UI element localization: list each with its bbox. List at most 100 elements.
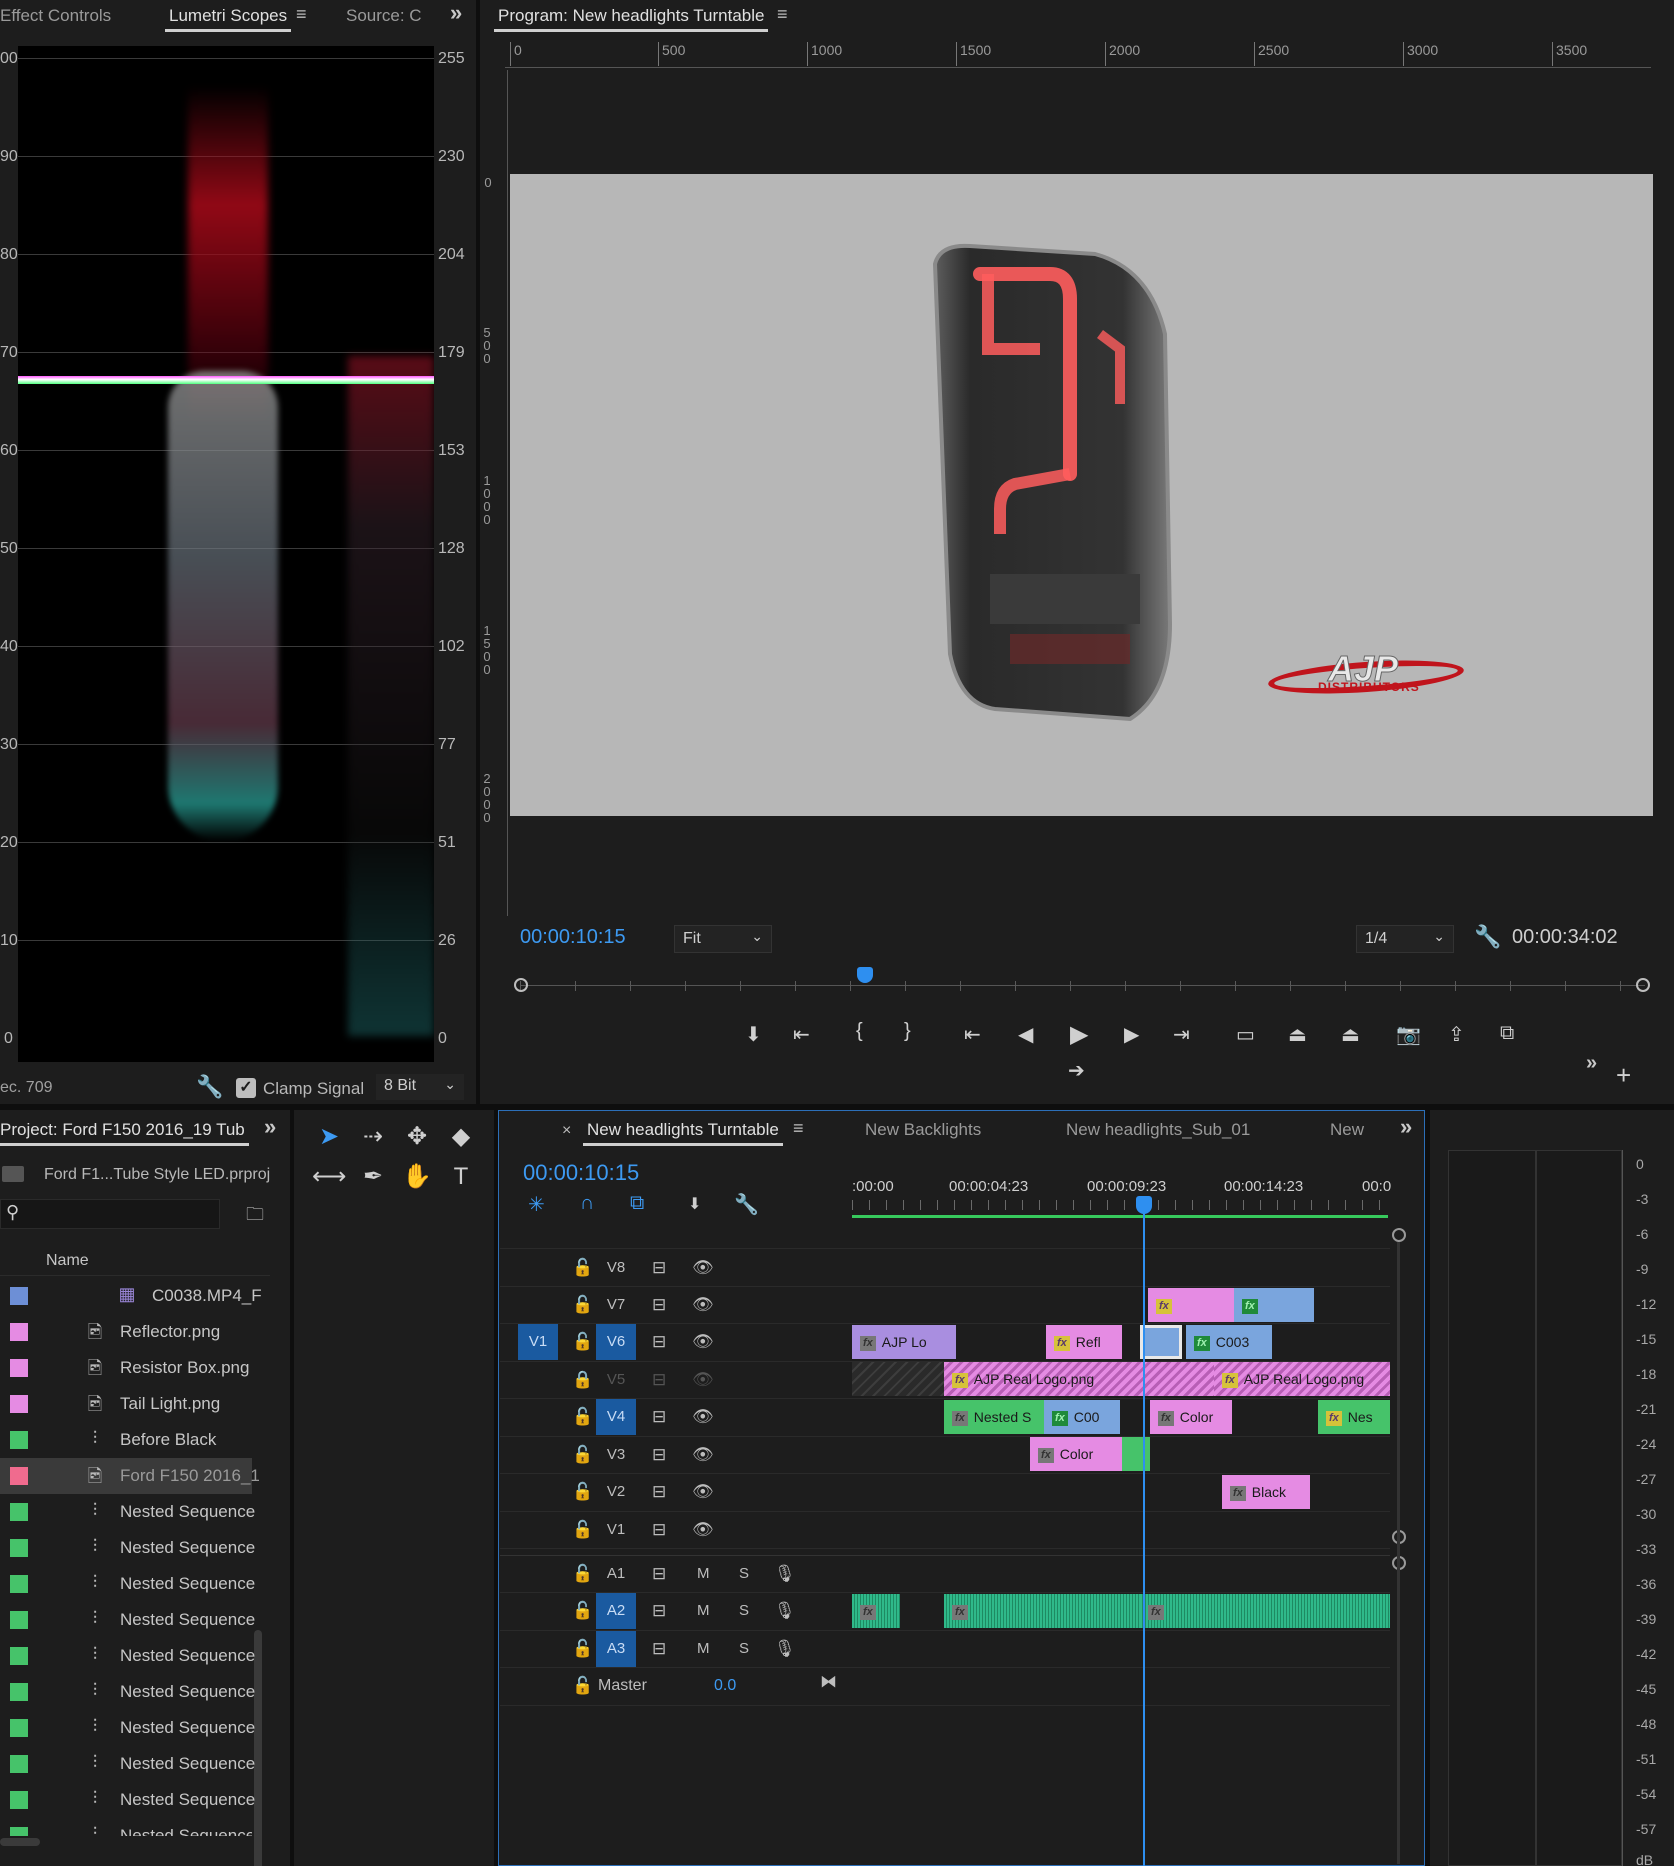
list-item[interactable]: ⫶ Nested Sequence xyxy=(0,1674,255,1710)
timeline-ruler[interactable]: :00:00 00:00:04:23 00:00:09:23 00:00:14:… xyxy=(852,1170,1391,1220)
lock-icon[interactable]: 🔒 xyxy=(572,1362,593,1398)
eye-icon[interactable]: 👁 xyxy=(692,1399,714,1435)
playhead-marker[interactable] xyxy=(857,967,873,983)
list-item[interactable]: ⫶ Nested Sequence xyxy=(0,1566,255,1602)
track-v8-label[interactable]: V8 xyxy=(596,1250,636,1286)
clip-ajp-lo[interactable]: fx AJP Lo xyxy=(852,1325,956,1359)
program-current-timecode[interactable]: 00:00:10:15 xyxy=(520,926,626,949)
eye-icon[interactable]: 👁 xyxy=(692,1287,714,1323)
clip-c00[interactable]: fx C00 xyxy=(1044,1400,1120,1434)
project-hscrollbar[interactable] xyxy=(0,1838,40,1846)
play-icon[interactable]: ▶ xyxy=(1070,1020,1088,1049)
eye-icon[interactable]: 👁 xyxy=(692,1474,714,1510)
track-a1-label[interactable]: A1 xyxy=(596,1556,636,1592)
eye-icon[interactable]: 👁 xyxy=(692,1437,714,1473)
lock-icon[interactable]: 🔓 xyxy=(572,1474,593,1510)
audio-clip-a2-2[interactable]: fx xyxy=(944,1594,1140,1628)
clip-c003[interactable]: fx C003 xyxy=(1186,1325,1272,1359)
eye-icon[interactable]: 👁 xyxy=(692,1250,714,1286)
clip-black[interactable]: fx Black xyxy=(1222,1475,1310,1509)
tab-new-headlights-turntable[interactable]: New headlights Turntable xyxy=(583,1120,783,1146)
lock-icon[interactable]: 🔓 xyxy=(572,1556,593,1592)
source-patch-v1[interactable]: V1 xyxy=(518,1324,558,1360)
lock-icon[interactable]: 🔓 xyxy=(572,1512,593,1548)
lock-icon[interactable]: 🔓 xyxy=(572,1631,593,1667)
share-export-icon[interactable]: ⇪ xyxy=(1448,1022,1465,1047)
settings-wrench-icon[interactable]: 🔧 xyxy=(1474,924,1501,950)
zoom-fit-dropdown[interactable]: Fit ⌄ xyxy=(674,925,772,953)
mark-in-icon[interactable]: { xyxy=(856,1020,863,1043)
list-item[interactable]: ⫶ Nested Sequence xyxy=(0,1710,255,1746)
work-area-bar[interactable] xyxy=(852,1215,1388,1218)
lift-icon[interactable]: ⏏ xyxy=(1288,1022,1307,1047)
list-item[interactable]: ⫶ Nested Sequence xyxy=(0,1746,255,1782)
list-item[interactable]: ⫶ Before Black xyxy=(0,1422,252,1458)
solo-button[interactable]: S xyxy=(739,1593,749,1629)
lock-icon[interactable]: 🔓 xyxy=(572,1324,593,1360)
pen-tool-icon[interactable]: ✒ xyxy=(356,1160,390,1194)
sync-lock-icon[interactable]: ⊟ xyxy=(652,1556,666,1592)
clip-color-v3[interactable]: fx Color xyxy=(1030,1437,1122,1471)
track-v5-label[interactable]: V5 xyxy=(596,1362,636,1398)
clip-ajp-real-logo-1[interactable]: fx AJP Real Logo.png xyxy=(944,1362,1214,1396)
go-to-in-icon[interactable]: ⇤ xyxy=(964,1022,981,1047)
program-monitor-title[interactable]: Program: New headlights Turntable xyxy=(493,6,769,32)
clip-nes[interactable]: fx Nes xyxy=(1318,1400,1390,1434)
list-item[interactable]: ⫶ Nested Sequence xyxy=(0,1494,255,1530)
list-item[interactable]: ⫶ Nested Sequence xyxy=(0,1782,255,1818)
microphone-icon[interactable]: 🎙 xyxy=(774,1593,796,1629)
lumetri-menu-icon[interactable]: ≡ xyxy=(296,4,307,25)
lock-icon[interactable]: 🔓 xyxy=(572,1250,593,1286)
eye-icon[interactable]: 👁 xyxy=(692,1512,714,1548)
export-frame-camera-icon[interactable]: 📷 xyxy=(1396,1022,1421,1047)
insert-icon[interactable]: ➔ xyxy=(1068,1058,1085,1083)
step-back-icon[interactable]: ◀ xyxy=(1018,1022,1033,1047)
slip-tool-icon[interactable]: ⟷ xyxy=(312,1160,346,1194)
button-editor-plus-icon[interactable]: + xyxy=(1616,1060,1631,1091)
mute-button[interactable]: M xyxy=(697,1631,710,1667)
list-item[interactable]: ⫶ Nested Sequence xyxy=(0,1602,255,1638)
tab-new[interactable]: New xyxy=(1330,1120,1364,1140)
bit-depth-dropdown[interactable]: 8 Bit ⌄ xyxy=(376,1074,464,1100)
add-marker-icon[interactable]: ⬇ xyxy=(688,1194,701,1214)
linked-selection-icon[interactable]: ⧉ xyxy=(630,1192,644,1215)
project-search-input[interactable] xyxy=(0,1199,220,1229)
list-item[interactable]: 🖻 Ford F150 2016_1 xyxy=(0,1458,260,1494)
track-v1-label[interactable]: V1 xyxy=(596,1512,636,1548)
timeline-menu-icon[interactable]: ≡ xyxy=(793,1118,804,1139)
lock-icon[interactable]: 🔓 xyxy=(572,1593,593,1629)
sync-lock-icon[interactable]: ⊟ xyxy=(652,1250,666,1286)
lock-icon[interactable]: 🔓 xyxy=(572,1399,593,1435)
more-panels-icon[interactable]: » xyxy=(450,0,462,26)
timeline-settings-wrench-icon[interactable]: 🔧 xyxy=(734,1192,759,1217)
video-scroll-top-handle[interactable] xyxy=(1392,1228,1406,1242)
clip-nested-s[interactable]: fx Nested S xyxy=(944,1400,1044,1434)
timeline-scrollbar-track[interactable] xyxy=(1397,1242,1400,1864)
tab-source[interactable]: Source: C xyxy=(346,6,422,26)
clamp-signal-checkbox[interactable]: ✓ xyxy=(236,1078,256,1098)
extract-icon[interactable]: ⏏ xyxy=(1341,1022,1360,1047)
mark-out-icon[interactable]: } xyxy=(904,1020,911,1043)
clip-ajp-real-logo-2[interactable]: fx AJP Real Logo.png xyxy=(1214,1362,1390,1396)
program-menu-icon[interactable]: ≡ xyxy=(777,4,788,25)
timeline-more-icon[interactable]: » xyxy=(1400,1114,1412,1140)
track-select-tool-icon[interactable]: ⇢ xyxy=(356,1120,390,1154)
add-marker-icon[interactable]: ⬇ xyxy=(745,1022,762,1047)
safe-margins-icon[interactable]: ▭ xyxy=(1236,1022,1255,1047)
solo-button[interactable]: S xyxy=(739,1556,749,1592)
track-v3-label[interactable]: V3 xyxy=(596,1437,636,1473)
name-column-header[interactable]: Name xyxy=(46,1252,89,1270)
list-item[interactable]: ▦ C0038.MP4_F xyxy=(0,1278,262,1314)
clip-v7-b[interactable]: fx xyxy=(1234,1288,1314,1322)
nest-toggle-icon[interactable]: ✳ xyxy=(528,1192,545,1217)
resolution-dropdown[interactable]: 1/4 ⌄ xyxy=(1356,925,1454,953)
lock-icon[interactable]: 🔓 xyxy=(572,1437,593,1473)
eye-icon[interactable]: 👁 xyxy=(692,1324,714,1360)
track-v4-label[interactable]: V4 xyxy=(596,1399,636,1435)
list-item[interactable]: ⫶ Nested Sequence xyxy=(0,1818,252,1836)
sync-lock-icon[interactable]: ⊟ xyxy=(652,1399,666,1435)
clip-refl[interactable]: fx Refl xyxy=(1046,1325,1122,1359)
tab-lumetri-scopes[interactable]: Lumetri Scopes xyxy=(164,6,292,32)
clip-v6-small[interactable] xyxy=(1140,1325,1182,1359)
more-controls-icon[interactable]: » xyxy=(1586,1052,1597,1075)
